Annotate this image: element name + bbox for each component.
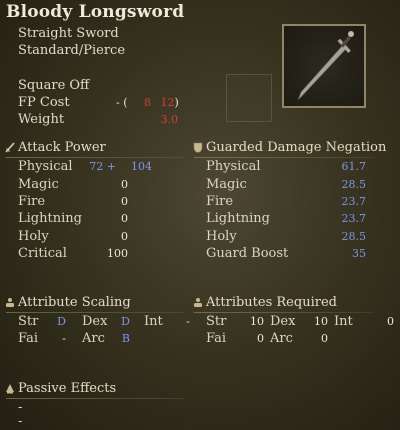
weight-label: Weight xyxy=(18,112,65,127)
gd-magic-value: 28.5 xyxy=(341,178,367,191)
ap-fire-label: Fire xyxy=(18,194,46,209)
ap-holy-label: Holy xyxy=(18,229,49,244)
fp-cost-values: - ( 8 12) xyxy=(116,96,179,109)
sword-icon xyxy=(5,142,15,153)
requirement-icon xyxy=(194,298,202,307)
gd-guard-boost-label: Guard Boost xyxy=(206,246,289,261)
scaling-icon xyxy=(6,298,14,307)
required-dex-value: 10 xyxy=(314,315,328,328)
scaling-arc-value: B xyxy=(121,332,130,345)
passive-title: Passive Effects xyxy=(18,381,117,396)
gd-fire-label: Fire xyxy=(206,194,234,209)
scaling-int-value: - xyxy=(186,315,190,328)
required-int-label: Int xyxy=(334,314,353,329)
empty-slot xyxy=(226,74,272,122)
ap-critical-value: 100 xyxy=(107,247,128,260)
scaling-title: Attribute Scaling xyxy=(18,295,131,310)
ap-critical-label: Critical xyxy=(18,246,67,261)
longsword-icon xyxy=(297,31,354,101)
guarded-divider xyxy=(194,157,374,158)
required-arc-value: 0 xyxy=(321,332,328,345)
gd-lightning-value: 23.7 xyxy=(341,212,367,225)
weapon-name: Bloody Longsword xyxy=(6,2,185,22)
scaling-fai-value: - xyxy=(62,332,66,345)
required-fai-label: Fai xyxy=(206,331,227,346)
gd-holy-value: 28.5 xyxy=(341,230,367,243)
guarded-title: Guarded Damage Negation xyxy=(206,140,387,155)
gd-fire-value: 23.7 xyxy=(341,195,367,208)
ap-holy-value: 0 xyxy=(121,230,128,243)
required-dex-label: Dex xyxy=(270,314,296,329)
ap-physical-base: 72 + xyxy=(89,160,116,173)
ap-lightning-value: 0 xyxy=(121,212,128,225)
ap-magic-label: Magic xyxy=(18,177,59,192)
fp-cost-label: FP Cost xyxy=(18,95,70,110)
passive-divider xyxy=(6,398,184,399)
gd-magic-label: Magic xyxy=(206,177,247,192)
gd-physical-label: Physical xyxy=(206,159,261,174)
weapon-image-frame xyxy=(282,24,366,108)
scaling-fai-label: Fai xyxy=(18,331,39,346)
ap-fire-value: 0 xyxy=(121,195,128,208)
shield-icon xyxy=(193,142,203,153)
ap-physical-label: Physical xyxy=(18,159,73,174)
fp-cost-1: 8 xyxy=(144,96,152,109)
required-str-label: Str xyxy=(206,314,227,329)
passive-line-1: - xyxy=(18,400,23,415)
ap-magic-value: 0 xyxy=(121,178,128,191)
required-arc-label: Arc xyxy=(270,331,293,346)
passive-icon xyxy=(6,384,14,394)
ap-lightning-label: Lightning xyxy=(18,211,82,226)
passive-line-2: - xyxy=(18,414,23,429)
gd-physical-value: 61.7 xyxy=(341,160,367,173)
attack-power-divider xyxy=(6,157,184,158)
scaling-dex-value: D xyxy=(121,315,130,328)
weapon-type: Straight Sword xyxy=(18,26,119,41)
gd-holy-label: Holy xyxy=(206,229,237,244)
scaling-int-label: Int xyxy=(144,314,163,329)
ap-physical-total: 104 xyxy=(131,160,152,173)
gd-lightning-label: Lightning xyxy=(206,211,270,226)
fp-cost-2: 12 xyxy=(160,96,175,109)
required-str-value: 10 xyxy=(250,315,264,328)
skill-name: Square Off xyxy=(18,78,90,93)
required-fai-value: 0 xyxy=(257,332,264,345)
gd-guard-boost-value: 35 xyxy=(352,247,366,260)
scaling-str-value: D xyxy=(57,315,66,328)
fp-cost-suffix: ) xyxy=(174,96,179,109)
attack-power-title: Attack Power xyxy=(18,140,106,155)
required-divider xyxy=(194,312,374,313)
scaling-str-label: Str xyxy=(18,314,39,329)
fp-cost-prefix: - ( xyxy=(116,96,128,109)
weight-value: 3.0 xyxy=(160,113,179,126)
scaling-dex-label: Dex xyxy=(82,314,108,329)
required-title: Attributes Required xyxy=(206,295,337,310)
scaling-arc-label: Arc xyxy=(82,331,105,346)
damage-type: Standard/Pierce xyxy=(18,43,126,58)
required-int-value: 0 xyxy=(387,315,394,328)
scaling-divider xyxy=(6,312,184,313)
